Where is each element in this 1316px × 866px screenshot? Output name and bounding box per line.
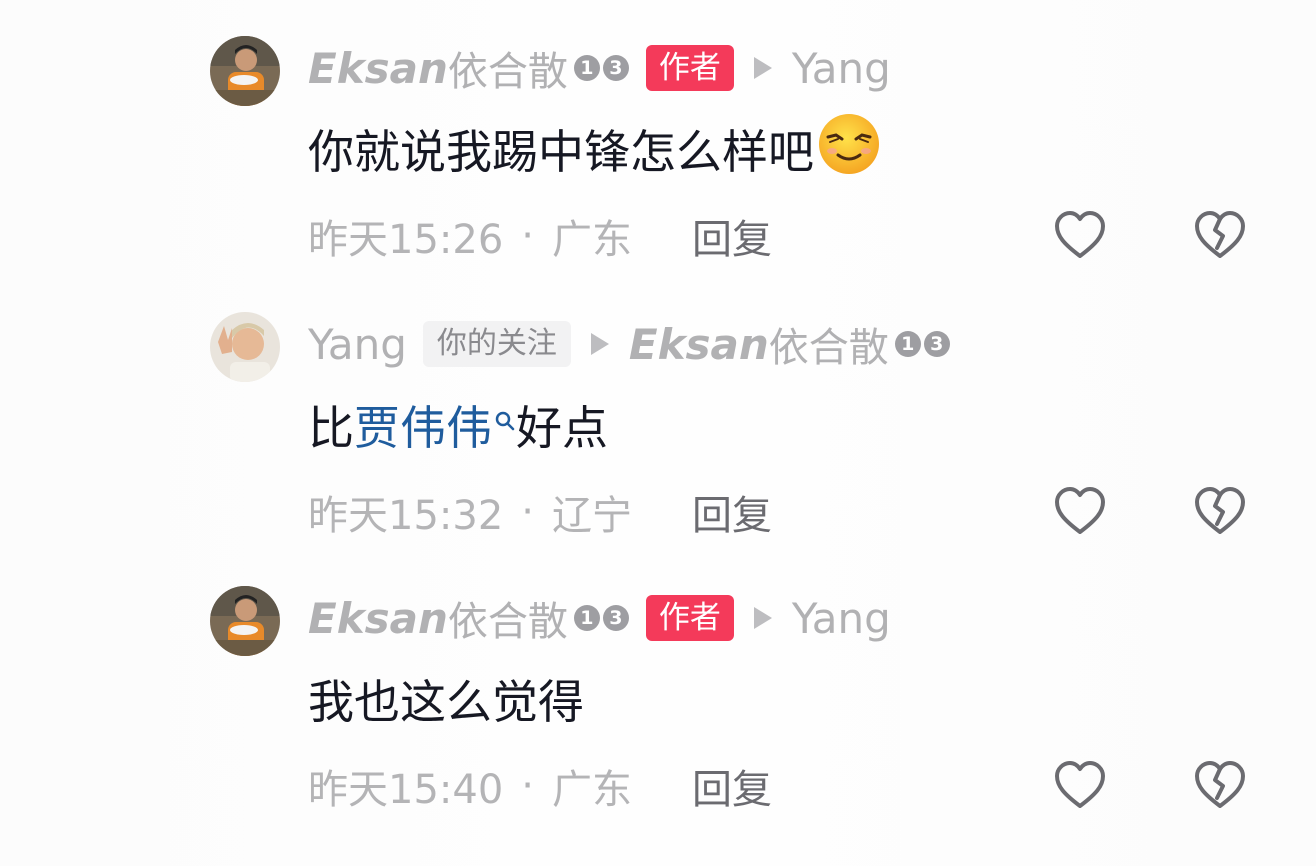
level-badge: 1 3	[573, 605, 632, 631]
separator-dot: ·	[521, 213, 534, 259]
level-digit: 1	[573, 605, 600, 631]
reply-target-name-cn[interactable]: 依合散	[769, 315, 889, 373]
comment-text: 你就说我踢中锋怎么样吧	[308, 113, 882, 184]
play-arrow-icon	[590, 333, 609, 355]
comment-meta: 昨天15:26 · 广东 回复	[308, 206, 772, 266]
search-icon[interactable]	[494, 389, 516, 443]
reply-target-name[interactable]: Eksan	[629, 320, 769, 369]
play-arrow-icon	[753, 57, 772, 79]
separator-dot: ·	[521, 763, 534, 809]
reply-button[interactable]: 回复	[692, 757, 772, 815]
level-badge: 1 3	[573, 55, 632, 81]
comment-text-suffix: 好点	[516, 401, 608, 455]
author-name-cn[interactable]: 依合散	[448, 39, 568, 97]
author-name[interactable]: Eksan	[308, 594, 448, 643]
level-digit: 3	[923, 331, 950, 357]
comment-location: 广东	[552, 217, 632, 263]
reply-target-name[interactable]: Yang	[792, 594, 891, 643]
comment-text: 比 贾伟伟 好点	[308, 390, 608, 460]
comment-meta: 昨天15:32 · 辽宁 回复	[308, 482, 772, 542]
comment-header: Eksan 依合散 1 3 作者 Yang	[308, 590, 891, 646]
avatar[interactable]	[210, 36, 280, 106]
heart-outline-icon[interactable]	[1052, 758, 1108, 814]
author-name[interactable]: Yang	[308, 320, 407, 369]
smiling-face-emoji	[816, 111, 882, 188]
reply-button[interactable]: 回复	[692, 207, 772, 265]
author-tag: 作者	[645, 45, 734, 91]
comment-time: 昨天15:40	[308, 767, 504, 813]
broken-heart-icon[interactable]	[1192, 208, 1248, 264]
comment-item: Eksan 依合散 1 3 作者 Yang 我也这么觉得 昨天15:40 · 广…	[0, 550, 1316, 826]
level-digit: 1	[894, 331, 921, 357]
level-digit: 3	[602, 55, 629, 81]
author-tag: 作者	[645, 595, 734, 641]
author-name[interactable]: Eksan	[308, 44, 448, 93]
comment-location: 辽宁	[552, 493, 632, 539]
level-badge: 1 3	[894, 331, 953, 357]
search-link[interactable]: 贾伟伟	[354, 392, 492, 458]
level-digit: 3	[602, 605, 629, 631]
play-arrow-icon	[753, 607, 772, 629]
comment-text: 我也这么觉得	[308, 664, 584, 734]
avatar[interactable]	[210, 586, 280, 656]
heart-outline-icon[interactable]	[1052, 484, 1108, 540]
level-digit: 1	[573, 55, 600, 81]
comment-text-prefix: 比	[308, 401, 354, 455]
broken-heart-icon[interactable]	[1192, 758, 1248, 814]
comment-header: Yang 你的关注 Eksan 依合散 1 3	[308, 316, 953, 372]
comment-text-body: 我也这么觉得	[308, 675, 584, 729]
comment-item: Eksan 依合散 1 3 作者 Yang 你就说我踢中锋怎么样吧 昨天15:2…	[0, 0, 1316, 276]
comment-meta: 昨天15:40 · 广东 回复	[308, 756, 772, 816]
follow-tag: 你的关注	[422, 321, 571, 367]
comment-item: Yang 你的关注 Eksan 依合散 1 3 比 贾伟伟 好点 昨天15:32…	[0, 276, 1316, 552]
reply-button[interactable]: 回复	[692, 483, 772, 541]
avatar[interactable]	[210, 312, 280, 382]
broken-heart-icon[interactable]	[1192, 484, 1248, 540]
separator-dot: ·	[521, 489, 534, 535]
comment-time: 昨天15:26	[308, 217, 504, 263]
comment-location: 广东	[552, 767, 632, 813]
heart-outline-icon[interactable]	[1052, 208, 1108, 264]
comment-text-body: 你就说我踢中锋怎么样吧	[308, 125, 814, 179]
comment-time: 昨天15:32	[308, 493, 504, 539]
comment-header: Eksan 依合散 1 3 作者 Yang	[308, 40, 891, 96]
author-name-cn[interactable]: 依合散	[448, 589, 568, 647]
reply-target-name[interactable]: Yang	[792, 44, 891, 93]
